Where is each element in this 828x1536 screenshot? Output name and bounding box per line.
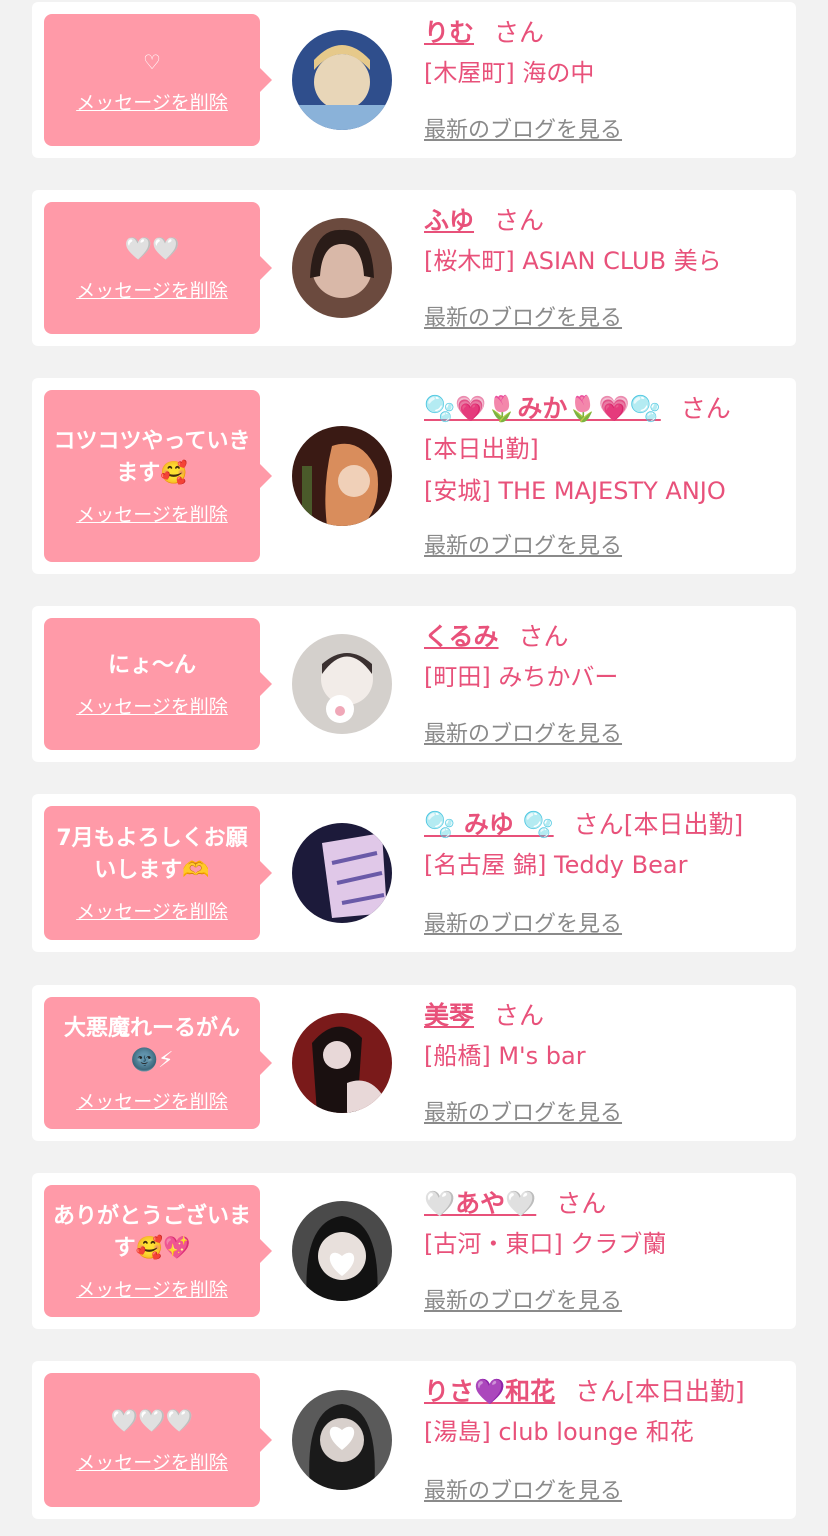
shop-name: [町田] みちかバー [424, 663, 619, 691]
message-card: ♡ メッセージを削除 りむ さん [木屋町] 海の中 最新のブログを見る [32, 2, 796, 158]
honorific: さん [494, 1001, 545, 1030]
shop-name: [安城] THE MAJESTY ANJO [424, 477, 726, 505]
message-bubble: 7月もよろしくお願いします🫶 メッセージを削除 [44, 806, 272, 940]
avatar[interactable] [292, 823, 392, 923]
hostess-name-link[interactable]: くるみ [424, 622, 499, 651]
work-status: [本日出勤] [623, 810, 744, 839]
message-bubble: にょ〜ん メッセージを削除 [44, 618, 272, 750]
avatar-image [292, 218, 392, 318]
avatar[interactable] [292, 1390, 392, 1490]
latest-blog-link[interactable]: 最新のブログを見る [424, 528, 622, 560]
avatar[interactable] [292, 1013, 392, 1113]
latest-blog-link[interactable]: 最新のブログを見る [424, 716, 622, 748]
message-text: 🤍🤍 [124, 236, 180, 262]
hostess-name-link[interactable]: りさ💜和花 [424, 1377, 555, 1406]
avatar-image [292, 1013, 392, 1113]
message-card: 🤍🤍 メッセージを削除 ふゆ さん [桜木町] ASIAN CLUB 美ら 最新の… [32, 190, 796, 346]
hostess-name-link[interactable]: りむ [424, 18, 474, 47]
avatar[interactable] [292, 218, 392, 318]
hostess-name-link[interactable]: 🫧 みゆ 🫧 [424, 810, 554, 839]
hostess-info: 🫧💗🌷みか🌷💗🫧 さん [本日出勤] [安城] THE MAJESTY ANJO [424, 390, 786, 512]
hostess-name-link[interactable]: 🫧💗🌷みか🌷💗🫧 [424, 394, 661, 423]
hostess-name-link[interactable]: 美琴 [424, 1001, 474, 1030]
shop-name: [木屋町] 海の中 [424, 59, 595, 87]
hostess-name-link[interactable]: ふゆ [424, 206, 474, 235]
work-status: [本日出勤] [625, 1377, 745, 1406]
shop-name: [名古屋 錦] Teddy Bear [424, 851, 688, 879]
delete-message-link[interactable]: メッセージを削除 [76, 897, 228, 924]
message-bubble: コツコツやっていきます🥰 メッセージを削除 [44, 390, 272, 562]
honorific: さん [494, 206, 545, 235]
honorific: さん [575, 1377, 626, 1406]
avatar-image [292, 426, 392, 526]
latest-blog-link[interactable]: 最新のブログを見る [424, 300, 622, 332]
delete-message-link[interactable]: メッセージを削除 [76, 692, 228, 719]
message-list: ♡ メッセージを削除 りむ さん [木屋町] 海の中 最新のブログを見る 🤍🤍 メ… [0, 0, 828, 1536]
work-status: [本日出勤] [424, 435, 539, 463]
message-card: にょ〜ん メッセージを削除 くるみ さん [町田] みちかバー 最新のブログを見る [32, 606, 796, 762]
avatar[interactable] [292, 30, 392, 130]
latest-blog-link[interactable]: 最新のブログを見る [424, 112, 622, 144]
message-text: にょ〜ん [107, 652, 196, 678]
message-text: ありがとうございます🥰💖 [52, 1203, 251, 1261]
avatar[interactable] [292, 634, 392, 734]
honorific: さん [680, 394, 731, 423]
message-text: 7月もよろしくお願いします🫶 [56, 825, 248, 883]
message-card: ありがとうございます🥰💖 メッセージを削除 🤍あや🤍 さん [古河・東口] クラブ… [32, 1173, 796, 1329]
message-bubble: ♡ メッセージを削除 [44, 14, 272, 146]
avatar-image [292, 823, 392, 923]
delete-message-link[interactable]: メッセージを削除 [76, 1087, 228, 1114]
message-card: 大悪魔れーるがん🌚⚡ メッセージを削除 美琴 さん [船橋] M's bar 最新… [32, 985, 796, 1141]
honorific: さん [518, 622, 569, 651]
latest-blog-link[interactable]: 最新のブログを見る [424, 1095, 622, 1127]
avatar-image [292, 634, 392, 734]
delete-message-link[interactable]: メッセージを削除 [76, 500, 228, 527]
latest-blog-link[interactable]: 最新のブログを見る [424, 1283, 622, 1315]
message-text: コツコツやっていきます🥰 [53, 428, 251, 486]
latest-blog-link[interactable]: 最新のブログを見る [424, 1473, 622, 1505]
message-bubble: ありがとうございます🥰💖 メッセージを削除 [44, 1185, 272, 1317]
avatar[interactable] [292, 1201, 392, 1301]
honorific: さん [556, 1189, 607, 1218]
honorific: さん [573, 810, 624, 839]
hostess-info: 🤍あや🤍 さん [古河・東口] クラブ蘭 [424, 1185, 786, 1265]
avatar-image [292, 30, 392, 130]
hostess-info: 🫧 みゆ 🫧 さん[本日出勤] [名古屋 錦] Teddy Bear [424, 806, 786, 886]
message-card: 7月もよろしくお願いします🫶 メッセージを削除 🫧 みゆ 🫧 さん[本日出勤] [… [32, 794, 796, 952]
hostess-info: 美琴 さん [船橋] M's bar [424, 997, 786, 1077]
shop-name: [桜木町] ASIAN CLUB 美ら [424, 247, 722, 275]
message-text: 🤍🤍🤍 [110, 1408, 194, 1434]
shop-name: [船橋] M's bar [424, 1042, 586, 1070]
shop-name: [古河・東口] クラブ蘭 [424, 1230, 667, 1258]
hostess-info: くるみ さん [町田] みちかバー [424, 618, 786, 698]
hostess-info: ふゆ さん [桜木町] ASIAN CLUB 美ら [424, 202, 786, 282]
hostess-info: りむ さん [木屋町] 海の中 [424, 14, 786, 94]
message-text: 大悪魔れーるがん🌚⚡ [63, 1015, 240, 1073]
latest-blog-link[interactable]: 最新のブログを見る [424, 906, 622, 938]
delete-message-link[interactable]: メッセージを削除 [76, 1448, 228, 1475]
delete-message-link[interactable]: メッセージを削除 [76, 88, 228, 115]
avatar-image [292, 1201, 392, 1301]
avatar[interactable] [292, 426, 392, 526]
hostess-name-link[interactable]: 🤍あや🤍 [424, 1189, 536, 1218]
message-bubble: 大悪魔れーるがん🌚⚡ メッセージを削除 [44, 997, 272, 1129]
message-bubble: 🤍🤍🤍 メッセージを削除 [44, 1373, 272, 1507]
hostess-info: りさ💜和花 さん[本日出勤] [湯島] club lounge 和花 [424, 1373, 786, 1453]
message-bubble: 🤍🤍 メッセージを削除 [44, 202, 272, 334]
shop-name: [湯島] club lounge 和花 [424, 1418, 694, 1446]
avatar-image [292, 1390, 392, 1490]
message-card: 🤍🤍🤍 メッセージを削除 りさ💜和花 さん[本日出勤] [湯島] club lou… [32, 1361, 796, 1519]
delete-message-link[interactable]: メッセージを削除 [76, 1275, 228, 1302]
message-text: ♡ [143, 49, 161, 74]
delete-message-link[interactable]: メッセージを削除 [76, 276, 228, 303]
message-card: コツコツやっていきます🥰 メッセージを削除 🫧💗🌷みか🌷💗🫧 さん [本日出勤] … [32, 378, 796, 574]
honorific: さん [494, 18, 545, 47]
